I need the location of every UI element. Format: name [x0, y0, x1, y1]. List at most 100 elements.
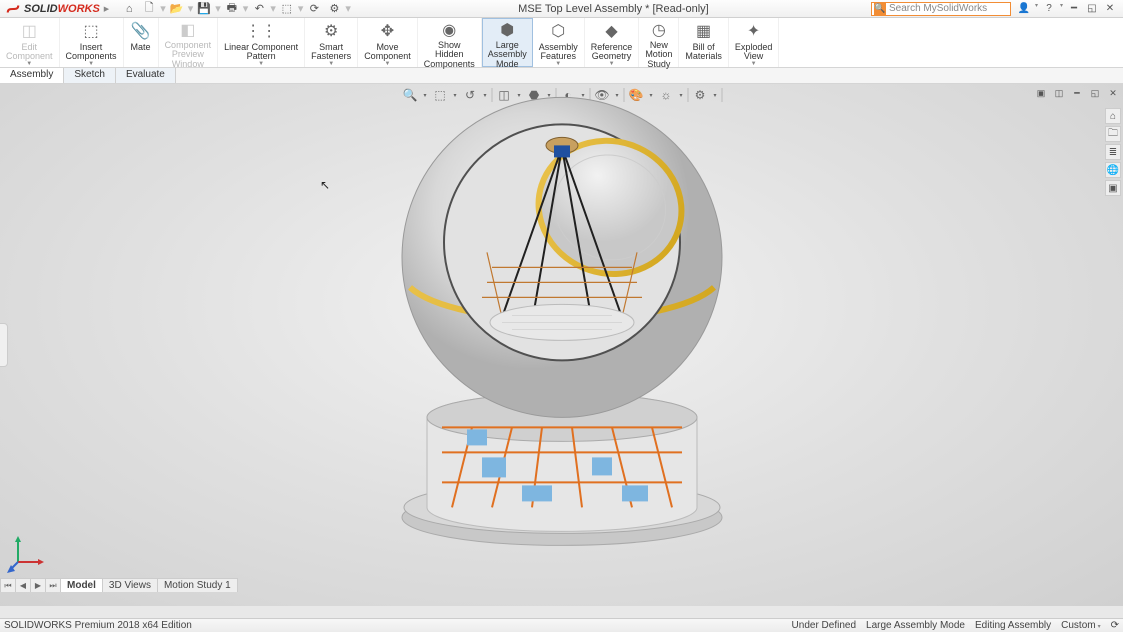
tab-sketch[interactable]: Sketch: [64, 68, 116, 83]
doc-close-icon[interactable]: ✕: [1105, 86, 1121, 100]
globe-icon[interactable]: 🌐: [1105, 162, 1121, 178]
task-pane-tabs: ⌂ 🗀 ≣ 🌐 ▣: [1105, 108, 1121, 196]
dropdown-indicator-icon: ▼: [609, 61, 615, 67]
feature-tree-flyout-handle[interactable]: [0, 323, 8, 367]
motion-study-tabs: ⏮ ◀ ▶ ⏭ Model3D ViewsMotion Study 1: [0, 578, 237, 592]
linear-component-pattern-button[interactable]: ⋮⋮Linear Component Pattern▼: [218, 18, 305, 67]
quick-access-toolbar: ⌂ 🗋▾ 📂▾ 💾▾ 🖶▾ ↶▾ ⬚▾ ⟳ ⚙▾: [115, 1, 356, 17]
command-tab-strip: AssemblySketchEvaluate: [0, 68, 1123, 84]
save-icon[interactable]: 💾: [196, 1, 212, 17]
move-component-button[interactable]: ✥Move Component▼: [358, 18, 418, 67]
print-icon[interactable]: 🖶: [224, 1, 240, 17]
document-title: MSE Top Level Assembly * [Read-only]: [356, 3, 871, 15]
window-controls: 👤▾ ?▾ ━ ◱ ✕: [1011, 2, 1123, 16]
smart-fasteners-button[interactable]: ⚙Smart Fasteners▼: [305, 18, 358, 67]
mate-button[interactable]: 📎Mate: [124, 18, 159, 67]
open-icon[interactable]: 📂: [169, 1, 185, 17]
linear-component-pattern-icon: ⋮⋮: [250, 20, 272, 42]
screen-icon[interactable]: ▣: [1105, 180, 1121, 196]
doc-collapse-icon[interactable]: ▣: [1033, 86, 1049, 100]
select-icon[interactable]: ⬚: [279, 1, 295, 17]
bottom-tab-model[interactable]: Model: [60, 578, 103, 592]
tab-nav-next-icon[interactable]: ▶: [30, 578, 46, 592]
dropdown-indicator-icon: ▼: [328, 61, 334, 67]
large-assembly-mode-button[interactable]: ⬢Large Assembly Mode: [482, 18, 533, 67]
component-preview-window-button: ◧Component Preview Window: [159, 18, 219, 67]
bottom-tab-3d-views[interactable]: 3D Views: [102, 578, 158, 592]
insert-components-button[interactable]: ⬚Insert Components▼: [60, 18, 124, 67]
cursor-icon: ↖: [320, 178, 330, 192]
new-motion-study-button[interactable]: ◷New Motion Study: [639, 18, 679, 67]
dropdown-indicator-icon: ▼: [555, 61, 561, 67]
ribbon-label: Assembly Features: [539, 43, 578, 62]
doc-maximize-icon[interactable]: ◱: [1087, 86, 1103, 100]
ribbon-label: Reference Geometry: [591, 43, 633, 62]
ribbon-label: Insert Components: [66, 43, 117, 62]
home-icon[interactable]: ⌂: [121, 1, 137, 17]
status-mode: Large Assembly Mode: [866, 620, 965, 631]
bill-of-materials-button[interactable]: ▦Bill of Materials: [679, 18, 729, 67]
new-motion-study-icon: ◷: [648, 20, 670, 40]
orientation-triad[interactable]: [6, 534, 46, 574]
tab-nav-prev-icon[interactable]: ◀: [15, 578, 31, 592]
ribbon-label: New Motion Study: [645, 41, 672, 69]
ribbon-label: Edit Component: [6, 43, 53, 62]
doc-new-window-icon[interactable]: ◫: [1051, 86, 1067, 100]
document-window-controls: ▣ ◫ ━ ◱ ✕: [1033, 86, 1121, 100]
show-hidden-components-button[interactable]: ◉Show Hidden Components: [418, 18, 482, 67]
ribbon-label: Linear Component Pattern: [224, 43, 298, 62]
help-icon[interactable]: ?: [1042, 2, 1056, 16]
dropdown-indicator-icon: ▼: [88, 61, 94, 67]
pack-icon[interactable]: 🗀: [1105, 126, 1121, 142]
component-preview-window-icon: ◧: [177, 20, 199, 40]
ribbon-label: Show Hidden Components: [424, 41, 475, 69]
command-ribbon: ◫Edit Component▼⬚Insert Components▼📎Mate…: [0, 18, 1123, 68]
home-icon[interactable]: ⌂: [1105, 108, 1121, 124]
tab-nav-first-icon[interactable]: ⏮: [0, 578, 16, 592]
bottom-tab-motion-study-1[interactable]: Motion Study 1: [157, 578, 238, 592]
reference-geometry-button[interactable]: ◆Reference Geometry▼: [585, 18, 640, 67]
model-3d-view[interactable]: [372, 87, 752, 547]
app-logo: SOLIDWORKS ▶: [0, 2, 115, 16]
tab-evaluate[interactable]: Evaluate: [116, 68, 176, 83]
tab-assembly[interactable]: Assembly: [0, 68, 64, 83]
assembly-features-button[interactable]: ⬡Assembly Features▼: [533, 18, 585, 67]
doc-minimize-icon[interactable]: ━: [1069, 86, 1085, 100]
dropdown-indicator-icon: ▼: [384, 61, 390, 67]
undo-icon[interactable]: ↶: [251, 1, 267, 17]
close-icon[interactable]: ✕: [1103, 2, 1117, 16]
rebuild-icon[interactable]: ⟳: [306, 1, 322, 17]
show-hidden-components-icon: ◉: [438, 20, 460, 40]
status-units[interactable]: Custom▾: [1061, 620, 1100, 631]
status-bar: SOLIDWORKS Premium 2018 x64 Edition Unde…: [0, 618, 1123, 632]
insert-components-icon: ⬚: [80, 20, 102, 42]
search-input[interactable]: 🔍 Search MySolidWorks: [871, 2, 1011, 16]
app-menu-dropdown-icon[interactable]: ▶: [104, 5, 109, 13]
status-edition: SOLIDWORKS Premium 2018 x64 Edition: [4, 620, 782, 631]
ribbon-label: Exploded View: [735, 43, 773, 62]
title-bar: SOLIDWORKS ▶ ⌂ 🗋▾ 📂▾ 💾▾ 🖶▾ ↶▾ ⬚▾ ⟳ ⚙▾ MS…: [0, 0, 1123, 18]
graphics-viewport[interactable]: 🔍▾⬚▾↺▾◫▾⬣▾◐▾👁▾🎨▾☼▾⚙▾ ▣ ◫ ━ ◱ ✕ ⌂🗀≣🌐▣ ↖: [0, 84, 1123, 606]
assembly-features-icon: ⬡: [547, 20, 569, 42]
status-reload-icon[interactable]: ⟳: [1111, 620, 1119, 631]
restore-icon[interactable]: ◱: [1085, 2, 1099, 16]
options-icon[interactable]: ⚙: [326, 1, 342, 17]
new-icon[interactable]: 🗋: [141, 1, 157, 17]
smart-fasteners-icon: ⚙: [320, 20, 342, 42]
search-icon: 🔍: [874, 3, 886, 15]
ribbon-label: Move Component: [364, 43, 411, 62]
bill-of-materials-icon: ▦: [693, 20, 715, 42]
ribbon-label: Mate: [131, 43, 151, 52]
dropdown-indicator-icon: ▼: [258, 61, 264, 67]
login-icon[interactable]: 👤: [1017, 2, 1031, 16]
status-context: Editing Assembly: [975, 620, 1051, 631]
dropdown-indicator-icon: ▼: [26, 61, 32, 67]
ribbon-label: Component Preview Window: [165, 41, 212, 69]
exploded-view-button[interactable]: ✦Exploded View▼: [729, 18, 780, 67]
reference-geometry-icon: ◆: [601, 20, 623, 42]
status-definition: Under Defined: [792, 620, 856, 631]
layers-icon[interactable]: ≣: [1105, 144, 1121, 160]
tab-nav-last-icon[interactable]: ⏭: [45, 578, 61, 592]
minimize-icon[interactable]: ━: [1067, 2, 1081, 16]
solidworks-logo-icon: [6, 2, 20, 16]
